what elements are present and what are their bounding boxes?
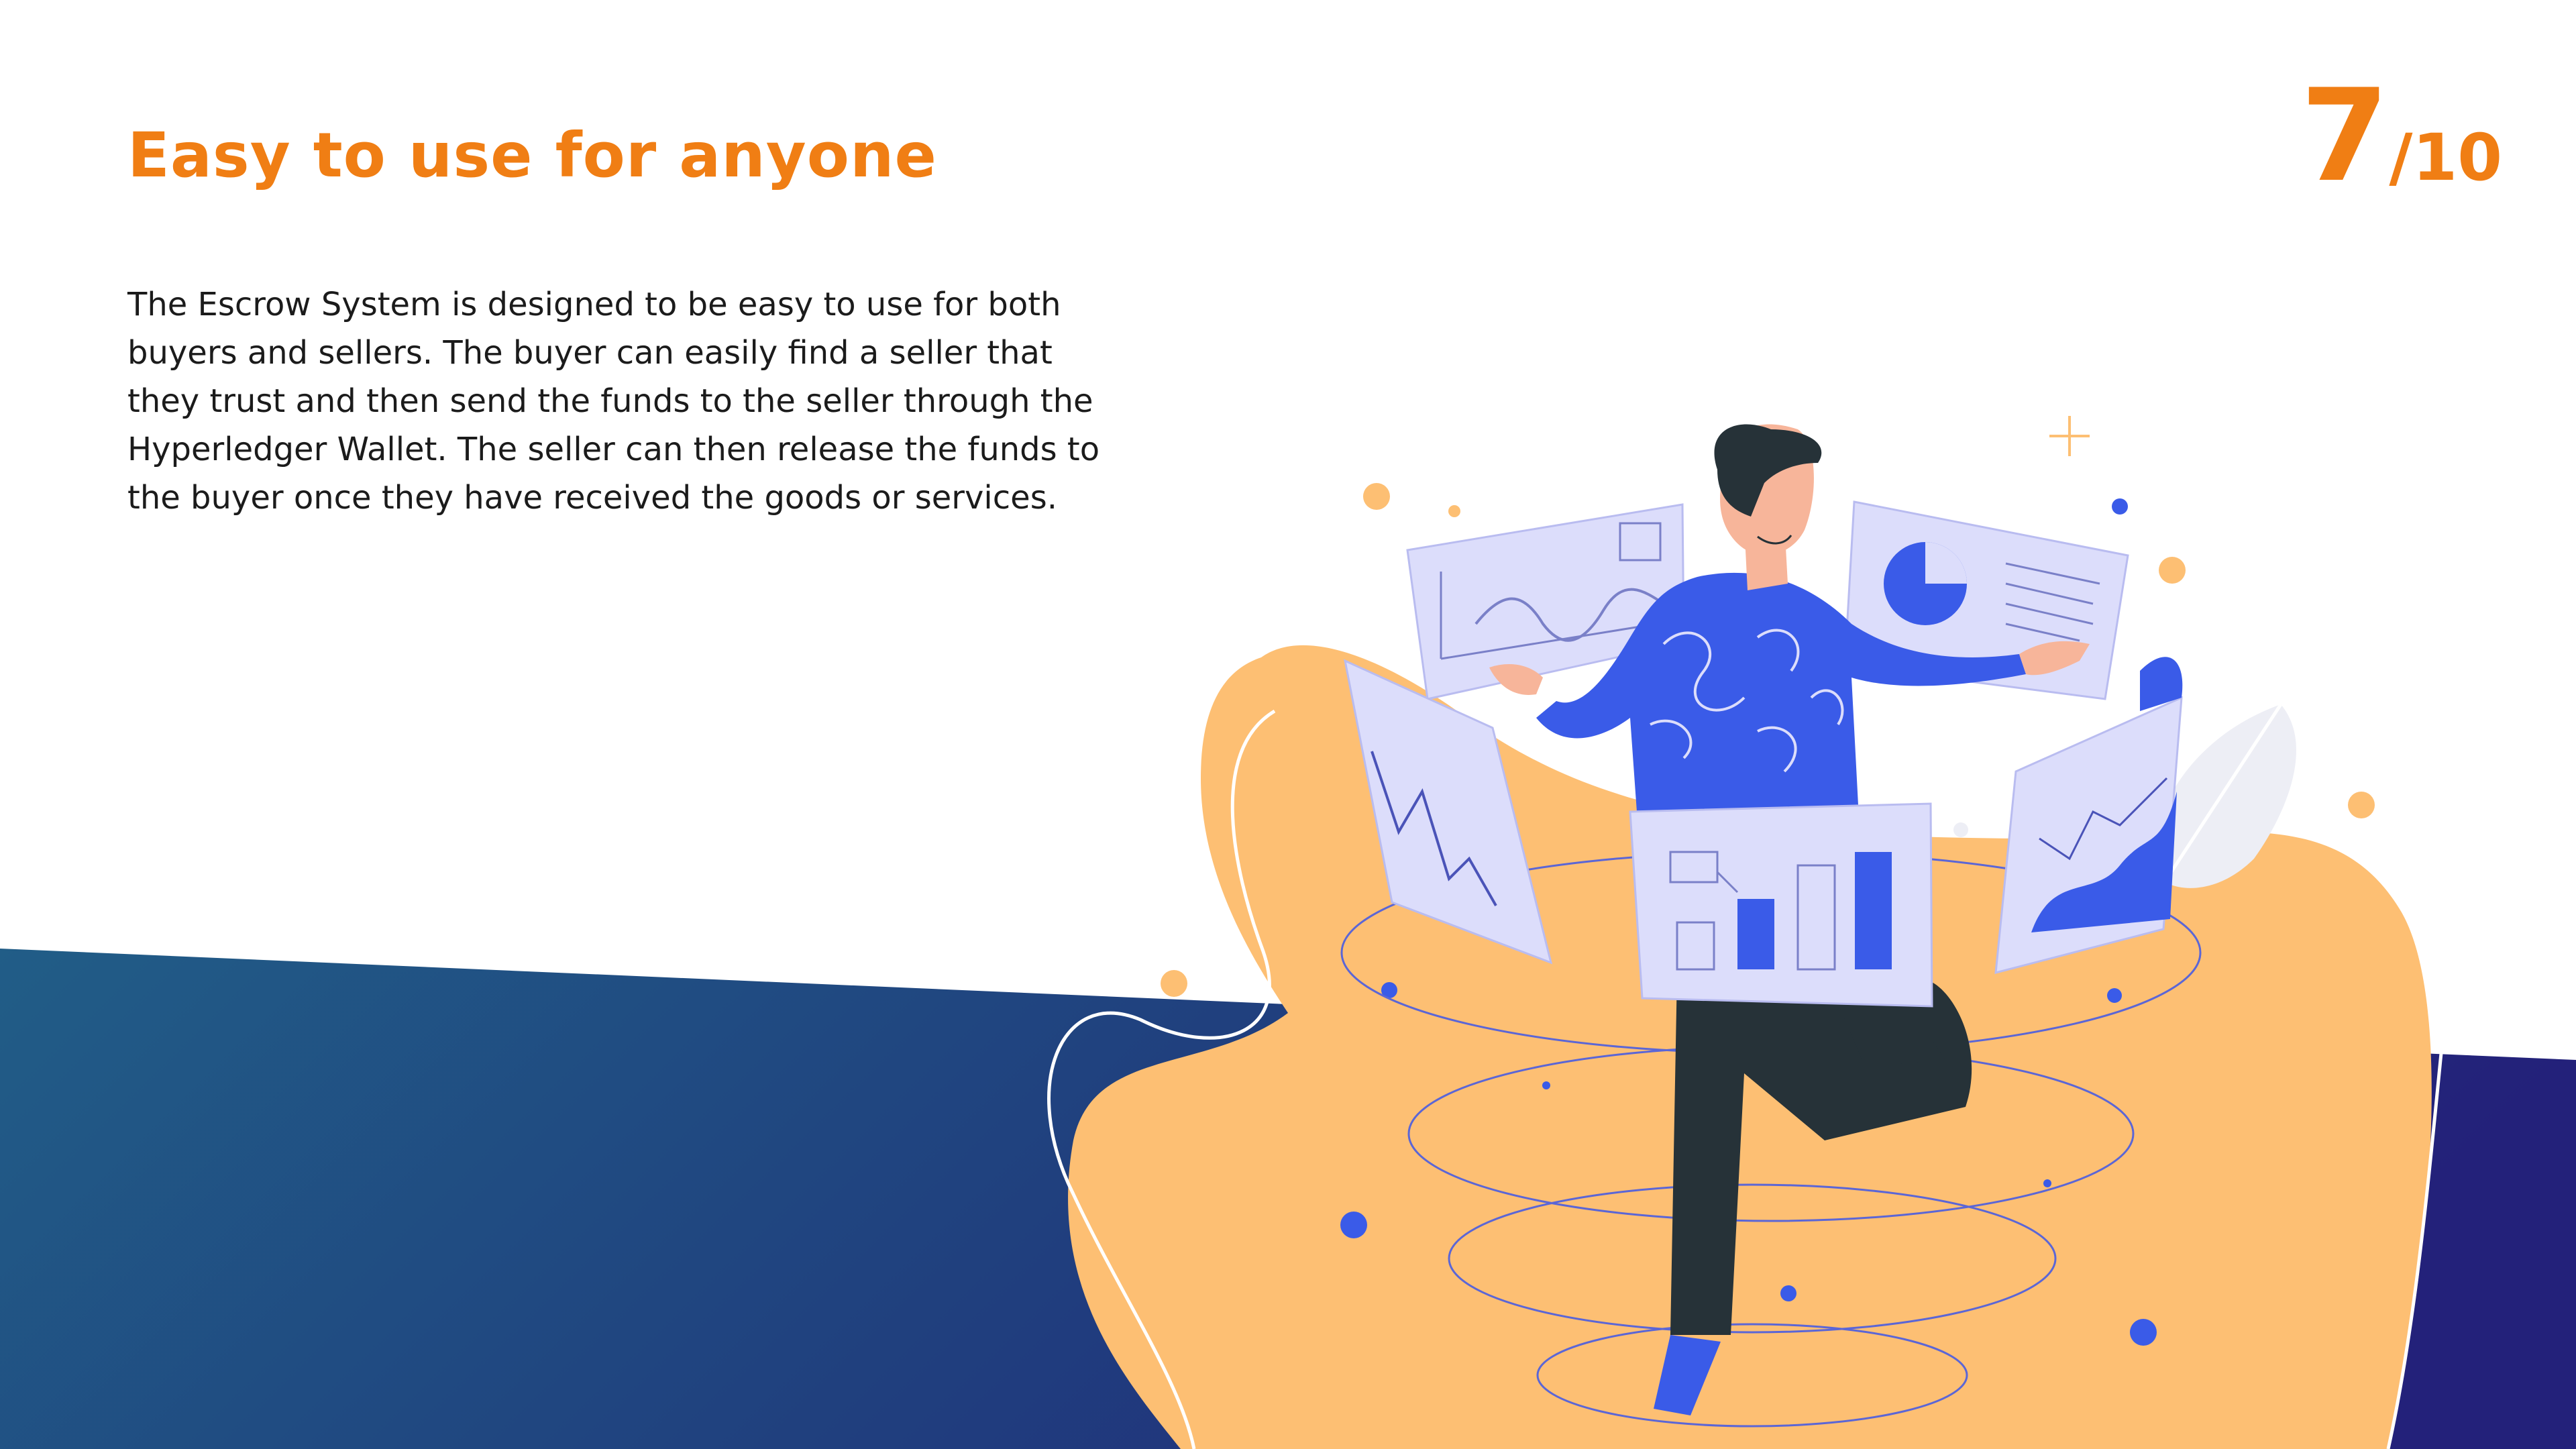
page-counter: 7/10 — [2300, 72, 2502, 200]
body-paragraph: The Escrow System is designed to be easy… — [127, 286, 1100, 517]
page-separator: / — [2389, 120, 2413, 195]
page-total: 10 — [2412, 120, 2502, 195]
bar-chart-panel-icon — [1629, 802, 1933, 1008]
page-current: 7 — [2300, 62, 2390, 210]
slide: Easy to use for anyone 7/10 The Escrow S… — [0, 0, 2576, 1449]
slide-title: Easy to use for anyone — [127, 119, 937, 191]
area-chart-panel-icon — [1994, 657, 2183, 974]
hero-illustration — [1047, 416, 2444, 1449]
